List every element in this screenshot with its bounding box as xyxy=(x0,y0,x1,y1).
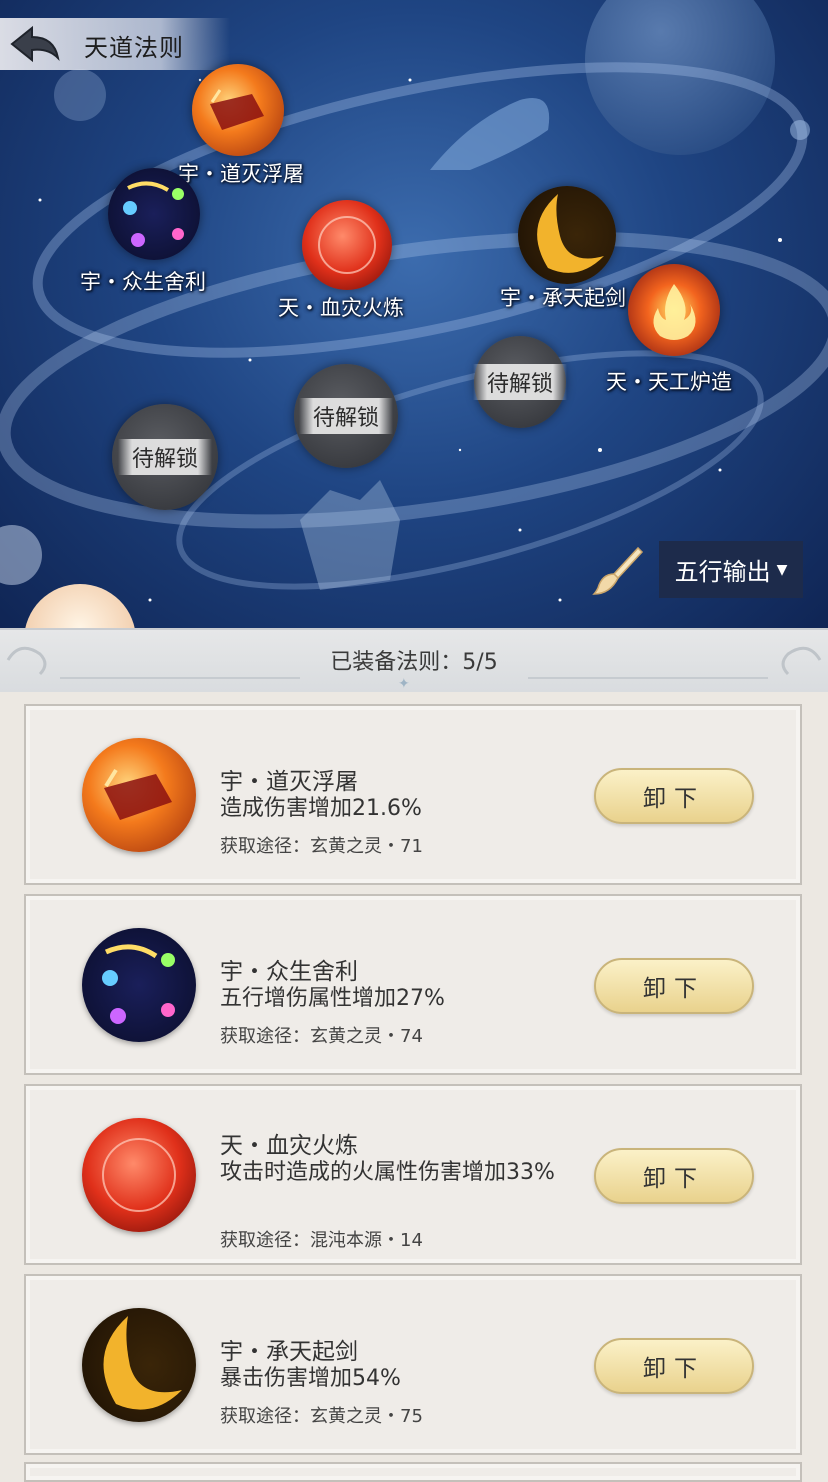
brush-icon[interactable] xyxy=(592,544,644,596)
locked-node[interactable]: 待解锁 xyxy=(294,364,398,468)
equipped-card: 天・血灾火炼 攻击时造成的火属性伤害增加33% 获取途径：混沌本源・14 卸下 xyxy=(24,1084,802,1265)
equipped-card: 宇・道灭浮屠 造成伤害增加21.6% 获取途径：玄黄之灵・71 卸下 xyxy=(24,704,802,885)
equipped-card: 宇・众生舍利 五行增伤属性增加27% 获取途径：玄黄之灵・74 卸下 xyxy=(24,894,802,1075)
golden-crescent-icon xyxy=(82,1308,196,1422)
filter-selected-label: 五行输出 xyxy=(674,558,771,586)
unequip-button[interactable]: 卸下 xyxy=(594,768,754,824)
equipped-card: 宇・承天起剑 暴击伤害增加54% 获取途径：玄黄之灵・75 卸下 xyxy=(24,1274,802,1455)
panel-header: 已装备法则：5/5 ✦ xyxy=(0,628,828,692)
locked-label: 待解锁 xyxy=(298,398,394,434)
map-node-label: 天・血灾火炼 xyxy=(278,296,404,320)
rainbow-orb-icon xyxy=(108,168,200,260)
equipped-count: 已装备法则：5/5 xyxy=(330,650,498,675)
unequip-button[interactable]: 卸下 xyxy=(594,1148,754,1204)
sparkle-icon: ✦ xyxy=(398,676,410,692)
card-source: 获取途径：混沌本源・14 xyxy=(220,1230,423,1251)
red-sphere-icon xyxy=(302,200,392,290)
element-filter-dropdown[interactable]: 五行输出 ▼ xyxy=(659,541,803,598)
map-node-label: 天・天工炉造 xyxy=(606,370,732,394)
card-effect: 造成伤害增加21.6% xyxy=(220,796,422,821)
card-source: 获取途径：玄黄之灵・75 xyxy=(220,1406,423,1427)
unequip-button[interactable]: 卸下 xyxy=(594,1338,754,1394)
card-name: 宇・众生舍利 xyxy=(220,959,358,985)
card-source: 获取途径：玄黄之灵・74 xyxy=(220,1026,423,1047)
back-arrow-icon xyxy=(10,25,60,63)
equipped-card-partial xyxy=(24,1462,802,1482)
card-name: 天・血灾火炼 xyxy=(220,1133,358,1159)
unequip-button[interactable]: 卸下 xyxy=(594,958,754,1014)
page-title: 天道法则 xyxy=(84,34,184,62)
flame-icon xyxy=(628,264,720,356)
locked-label: 待解锁 xyxy=(117,439,213,475)
crimson-dragon-icon xyxy=(82,738,196,852)
map-node-label: 宇・众生舍利 xyxy=(80,270,206,294)
map-node-label: 宇・承天起剑 xyxy=(500,286,626,310)
card-name: 宇・承天起剑 xyxy=(220,1339,358,1365)
card-source: 获取途径：玄黄之灵・71 xyxy=(220,836,423,857)
locked-node[interactable]: 待解锁 xyxy=(112,404,218,510)
locked-node[interactable]: 待解锁 xyxy=(472,336,568,428)
locked-label: 待解锁 xyxy=(472,364,568,400)
card-effect: 暴击伤害增加54% xyxy=(220,1366,401,1391)
card-name: 宇・道灭浮屠 xyxy=(220,769,358,795)
equipped-panel: 已装备法则：5/5 ✦ 宇・道灭浮屠 造成伤害增加21.6% 获取途径：玄黄之灵… xyxy=(0,628,828,1482)
rainbow-orb-icon xyxy=(82,928,196,1042)
golden-crescent-icon xyxy=(518,186,616,284)
crimson-dragon-icon xyxy=(192,64,284,156)
red-sphere-icon xyxy=(82,1118,196,1232)
card-effect: 五行增伤属性增加27% xyxy=(220,986,445,1011)
chevron-down-icon: ▼ xyxy=(776,561,788,578)
star-map: 天道法则 宇・道灭浮屠 宇・众生舍利 天・血灾火炼 宇・承天起剑 天・天工炉造 … xyxy=(0,0,828,640)
card-effect: 攻击时造成的火属性伤害增加33% xyxy=(220,1160,555,1185)
back-button[interactable] xyxy=(8,22,64,66)
